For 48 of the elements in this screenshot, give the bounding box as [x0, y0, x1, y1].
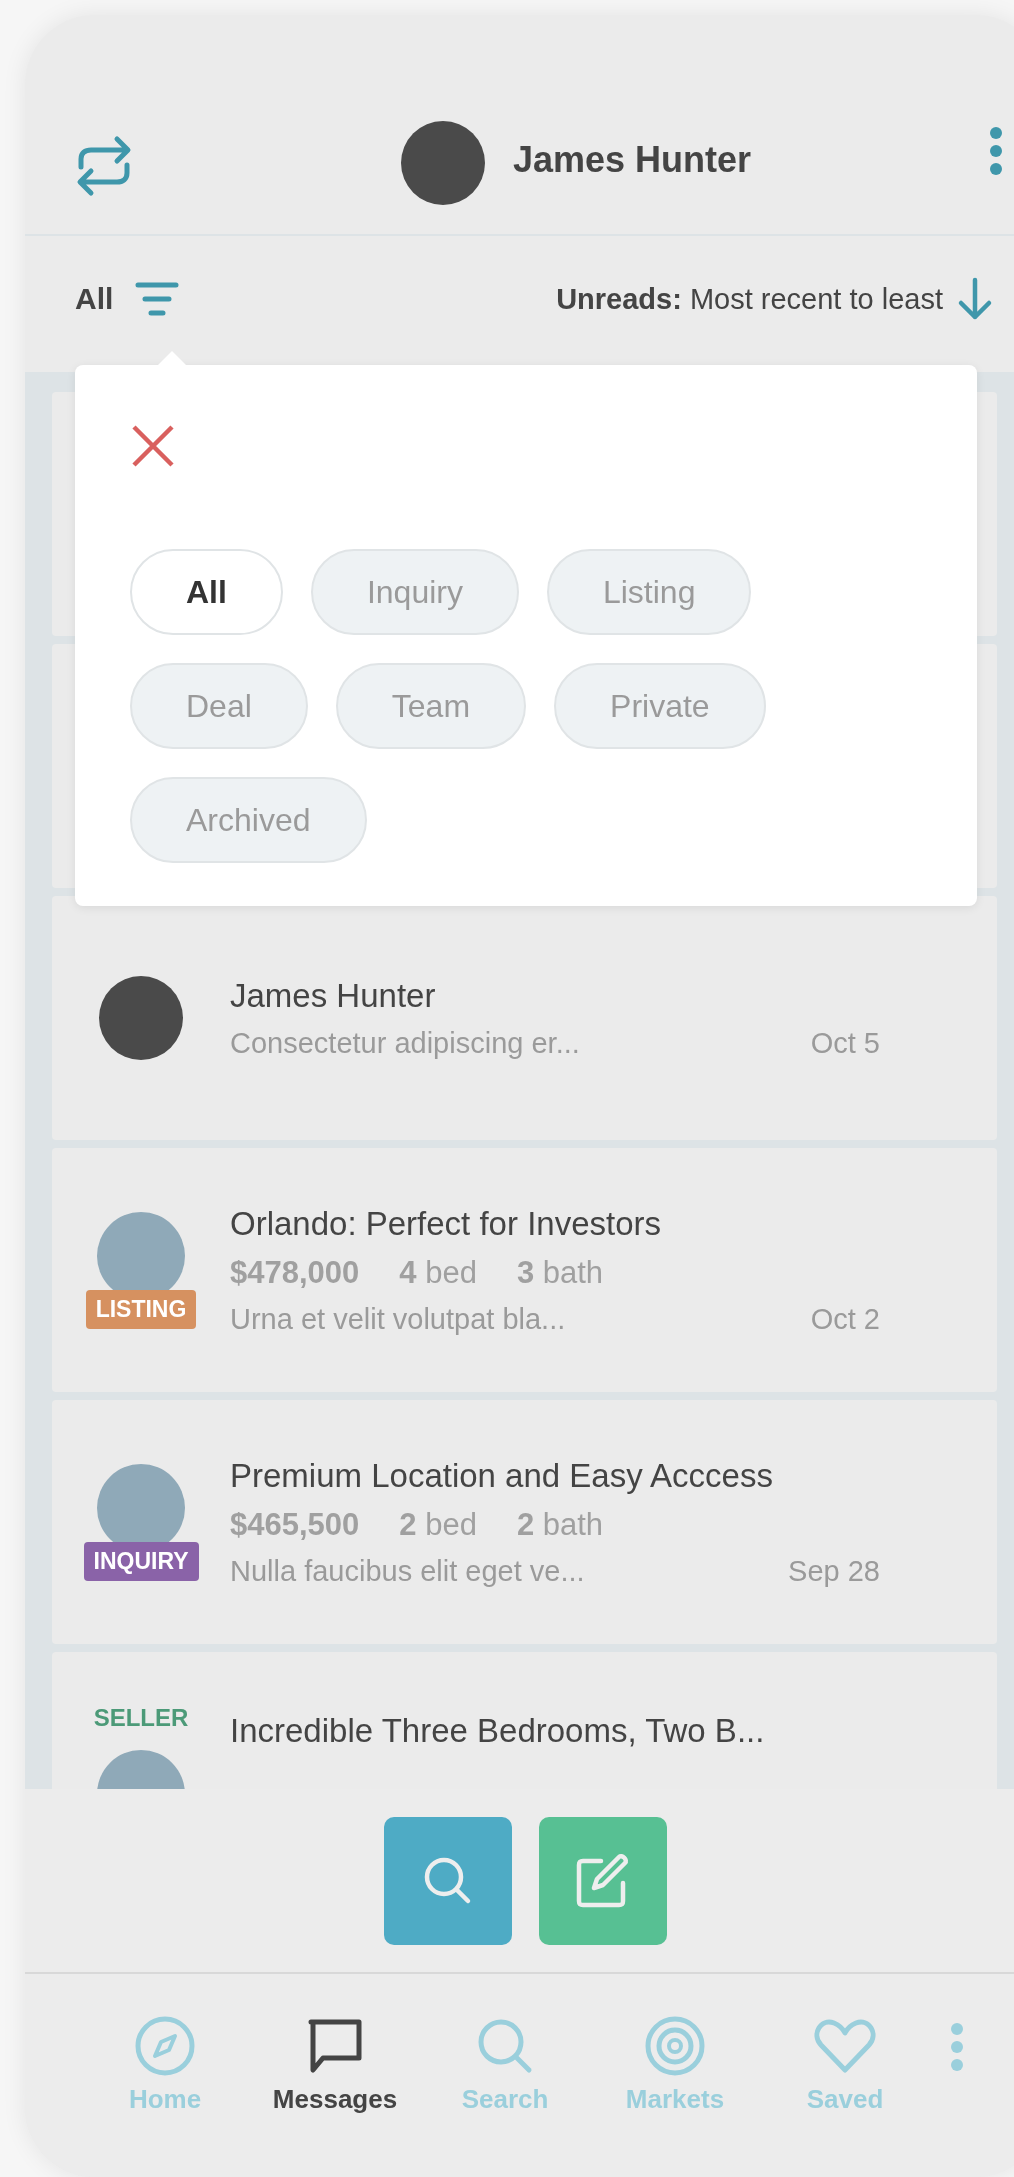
filter-chip[interactable]: Archived [130, 777, 367, 863]
filter-chip[interactable]: Deal [130, 663, 308, 749]
arrow-down-icon[interactable] [957, 277, 993, 321]
filter-chip[interactable]: Listing [546, 549, 752, 635]
message-date: Oct 5 [810, 1026, 880, 1060]
filter-chip[interactable]: Team [335, 663, 527, 749]
filter-chip[interactable]: All [130, 549, 283, 635]
nav-tab[interactable]: Search [420, 2014, 590, 2115]
close-icon[interactable] [130, 423, 176, 469]
filter-chip[interactable]: Private [554, 663, 766, 749]
nav-tab[interactable]: Markets [590, 2014, 760, 2115]
filter-icon[interactable] [135, 281, 180, 317]
search-button[interactable] [383, 1816, 512, 1945]
conversation-title: Incredible Three Bedrooms, Two B... [230, 1712, 766, 1750]
nav-tab[interactable]: Saved [760, 2014, 930, 2115]
nav-tab[interactable]: Messages [250, 2014, 420, 2115]
message-preview: Urna et velit volutpat bla... [230, 1302, 566, 1336]
beds-count: 4 bed [399, 1254, 477, 1291]
repeat-icon[interactable] [75, 133, 133, 199]
conversation-card[interactable]: LISTING Orlando: Perfect for Investors $478,000 4 bed 3 bath Urna et velit volutpat bla... Oct 2 [52, 1148, 997, 1392]
filter-chip[interactable]: Inquiry [310, 549, 519, 635]
compose-button[interactable] [538, 1816, 667, 1945]
message-preview: Consectetur adipiscing er... [230, 1026, 580, 1060]
filter-label: All [75, 282, 114, 316]
compass-icon [133, 2014, 197, 2078]
conversation-card[interactable]: James Hunter Consectetur adipiscing er... Oct 5 [52, 896, 997, 1140]
more-icon[interactable] [950, 2022, 964, 2072]
contact-name: James Hunter [513, 139, 752, 181]
conversation-title: James Hunter [230, 976, 437, 1015]
more-icon[interactable] [989, 126, 1003, 176]
message-date: Oct 2 [810, 1302, 880, 1336]
baths-count: 2 bath [516, 1506, 604, 1543]
conversation-card[interactable]: SELLER Incredible Three Bedrooms, Two B... [52, 1652, 997, 1789]
sort-label[interactable]: Unreads: Most recent to least [556, 282, 943, 316]
message-preview: Nulla faucibus elit eget ve... [230, 1554, 585, 1588]
conversation-title: Premium Location and Easy Acccess [230, 1456, 774, 1495]
tag-label: SELLER [93, 1704, 189, 1732]
conversation-title: Orlando: Perfect for Investors [230, 1204, 662, 1243]
message-date: Sep 28 [788, 1554, 880, 1588]
beds-count: 2 bed [399, 1506, 477, 1543]
baths-count: 3 bath [516, 1254, 604, 1291]
price: $465,500 [230, 1506, 360, 1543]
target-icon [643, 2014, 707, 2078]
tag-badge: INQUIRY [83, 1541, 199, 1581]
conversation-card[interactable]: INQUIRY Premium Location and Easy Acccess $465,500 2 bed 2 bath Nulla faucibus elit eget ve... Sep 28 [52, 1400, 997, 1644]
tag-badge: LISTING [85, 1289, 197, 1329]
nav-tab[interactable]: Home [80, 2014, 250, 2115]
price: $478,000 [230, 1254, 360, 1291]
